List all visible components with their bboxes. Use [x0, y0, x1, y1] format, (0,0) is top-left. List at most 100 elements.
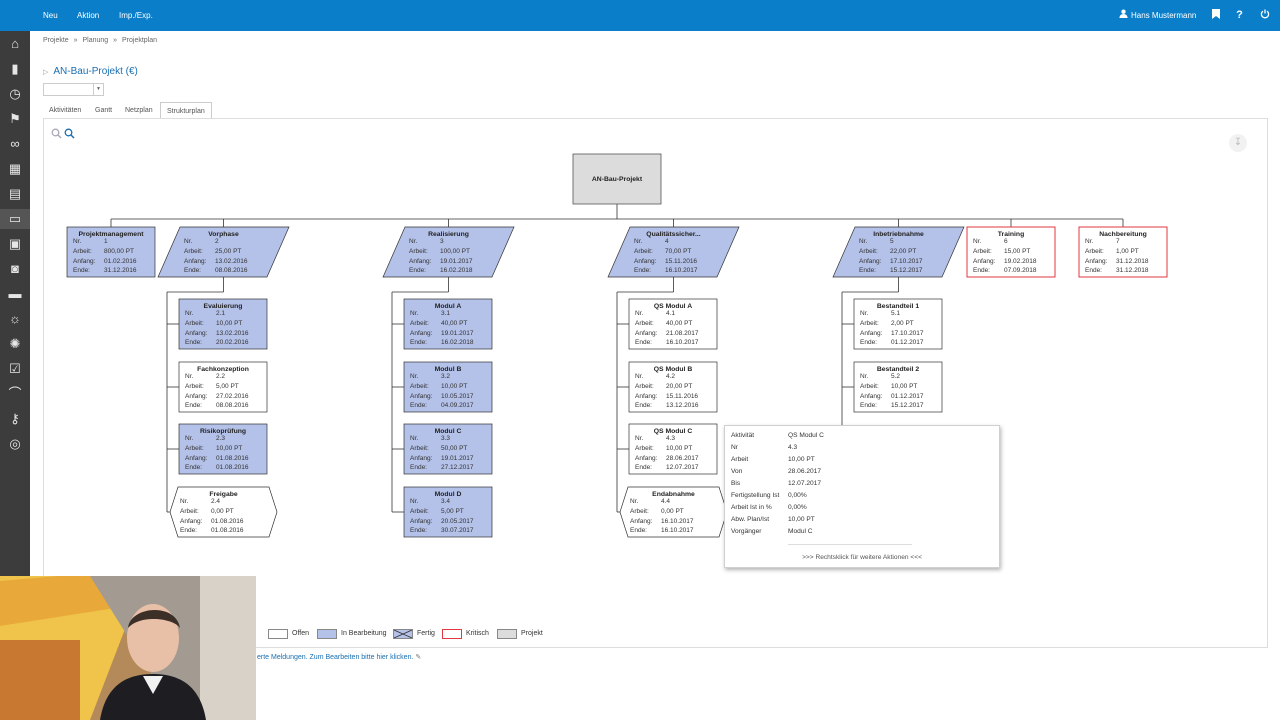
expand-arrow-icon[interactable]: ▷	[43, 69, 48, 76]
node-fachkonzeption[interactable]: Fachkonzeption Nr. 2.2 Arbeit: 5,00 PT Anfang…	[179, 362, 267, 412]
node-label-arbeit: Arbeit:	[860, 319, 879, 327]
bulb-icon[interactable]: ☼	[5, 309, 25, 329]
node-label-arbeit: Arbeit:	[410, 507, 429, 515]
stopwatch-icon[interactable]: ◷	[5, 84, 25, 104]
paperclip-icon[interactable]: ⌒	[5, 384, 25, 404]
node-modulD[interactable]: Modul D Nr. 3.4 Arbeit: 5,00 PT Anfang: 20.05.…	[404, 487, 492, 537]
link-icon[interactable]: ∞	[5, 134, 25, 154]
breadcrumb-projektplan[interactable]: Projektplan	[122, 37, 157, 44]
node-row-anfang: Anfang: 20.05.2017	[404, 517, 492, 527]
tooltip-row: Aktivität QS Modul C	[731, 432, 991, 444]
node-label-nr: Nr.	[860, 373, 869, 380]
bookmark-icon[interactable]	[1209, 9, 1222, 22]
node-bestandteil2[interactable]: Bestandteil 2 Nr. 5.2 Arbeit: 10,00 PT Anfang…	[854, 362, 942, 412]
node-label-anfang: Anfang:	[635, 329, 658, 337]
briefcase-icon[interactable]: ▣	[5, 234, 25, 254]
node-vorphase[interactable]: Vorphase Nr. 2 Arbeit: 25,00 PT Anfang: 13.02.…	[158, 227, 289, 277]
breadcrumb-planung[interactable]: Planung	[83, 37, 109, 44]
node-row-arbeit: Arbeit: 10,00 PT	[629, 444, 717, 454]
tab-netzplan[interactable]: Netzplan	[119, 102, 159, 119]
node-label-arbeit: Arbeit:	[185, 444, 204, 452]
node-label-arbeit: Arbeit:	[859, 247, 878, 255]
camera-icon[interactable]: ◙	[5, 259, 25, 279]
node-value-anfang: 19.01.2017	[441, 329, 474, 337]
folder-icon[interactable]: ▭	[0, 209, 30, 229]
node-row-arbeit: Arbeit: 0,00 PT	[170, 507, 277, 517]
node-label-anfang: Anfang:	[185, 329, 208, 337]
node-label-arbeit: Arbeit:	[635, 319, 654, 327]
node-inbetriebnahme[interactable]: Inbetriebnahme Nr. 5 Arbeit: 22,00 PT Anfang:…	[833, 227, 964, 277]
help-icon[interactable]: ?	[1233, 9, 1246, 22]
root-node[interactable]: AN-Bau-Projekt	[573, 154, 661, 204]
node-label-arbeit: Arbeit:	[634, 247, 653, 255]
home-icon[interactable]: ⌂	[5, 34, 25, 54]
tooltip-key: Nr	[731, 444, 738, 451]
node-label-arbeit: Arbeit:	[410, 382, 429, 390]
message-link[interactable]: erte Meldungen. Zum Bearbeiten bitte hie…	[257, 653, 421, 661]
node-modula[interactable]: Modul A Nr. 3.1 Arbeit: 40,00 PT Anfang: 19.01…	[404, 299, 492, 349]
node-bestandteil1[interactable]: Bestandteil 1 Nr. 5.1 Arbeit: 2,00 PT Anfang:…	[854, 299, 942, 349]
message-text[interactable]: erte Meldungen. Zum Bearbeiten bitte hie…	[257, 654, 413, 661]
node-value-ende: 07.09.2018	[1004, 267, 1037, 275]
gear-icon[interactable]: ✺	[5, 334, 25, 354]
node-freigabe[interactable]: Freigabe Nr. 2.4 Arbeit: 0,00 PT Anfang: 01.08…	[170, 487, 277, 537]
flag-icon[interactable]: ⚑	[5, 109, 25, 129]
node-value-arbeit: 70,00 PT	[665, 247, 692, 255]
download-icon[interactable]: ↧	[1229, 134, 1247, 152]
node-qsa[interactable]: QS Modul A Nr. 4.1 Arbeit: 40,00 PT Anfang: 21…	[629, 299, 717, 349]
card-icon[interactable]: ▬	[5, 284, 25, 304]
node-label-anfang: Anfang:	[73, 257, 96, 265]
node-value-nr: 4.4	[661, 498, 671, 505]
tooltip-value: 10,00 PT	[788, 456, 815, 463]
node-row-ende: Ende: 12.07.2017	[629, 463, 717, 473]
node-row-ende: Ende: 13.12.2016	[629, 401, 717, 411]
view-select[interactable]: ▼	[43, 83, 104, 96]
pencil-icon[interactable]: ✎	[415, 654, 421, 661]
zoom-in-icon[interactable]	[64, 128, 75, 139]
calculator-icon[interactable]: ▦	[5, 159, 25, 179]
menu-neu[interactable]: Neu	[43, 0, 58, 31]
node-label-ende: Ende:	[73, 267, 90, 275]
checklist-icon[interactable]: ☑	[5, 359, 25, 379]
node-value-anfang: 13.02.2016	[215, 257, 248, 265]
node-row-nr: Nr. 4	[608, 237, 739, 247]
top-bar: Neu Aktion Imp./Exp. Hans Mustermann ?	[0, 0, 1280, 31]
node-modulc[interactable]: Modul C Nr. 3.3 Arbeit: 50,00 PT Anfang: 19.01…	[404, 424, 492, 474]
bookmark-icon[interactable]: ▮	[5, 59, 25, 79]
node-label-anfang: Anfang:	[634, 257, 657, 265]
node-qsb[interactable]: QS Modul B Nr. 4.2 Arbeit: 20,00 PT Anfang: 15…	[629, 362, 717, 412]
node-nachbereitung[interactable]: Nachbereitung Nr. 7 Arbeit: 1,00 PT Anfang: 31…	[1079, 227, 1167, 277]
node-row-ende: Ende: 16.10.2017	[608, 266, 739, 276]
node-endabnahme[interactable]: Endabnahme Nr. 4.4 Arbeit: 0,00 PT Anfang: 16.…	[620, 487, 727, 537]
tab-gantt[interactable]: Gantt	[89, 102, 118, 119]
node-projektmanagement[interactable]: Projektmanagement Nr. 1 Arbeit: 800,00 PT Anf…	[67, 227, 155, 277]
lifebuoy-icon[interactable]: ◎	[5, 434, 25, 454]
node-label-nr: Nr.	[409, 238, 418, 245]
node-qualitaet[interactable]: Qualitätssicher... Nr. 4 Arbeit: 70,00 PT Anf…	[608, 227, 739, 277]
menu-aktion[interactable]: Aktion	[77, 0, 99, 31]
key-icon[interactable]: ⚷	[5, 409, 25, 429]
node-row-arbeit: Arbeit: 20,00 PT	[629, 382, 717, 392]
node-row-ende: Ende: 16.10.2017	[620, 526, 727, 536]
legend-swatch	[393, 629, 413, 639]
node-row-nr: Nr. 7	[1079, 237, 1167, 247]
menu-imp-exp[interactable]: Imp./Exp.	[119, 0, 153, 31]
node-row-ende: Ende: 30.07.2017	[404, 526, 492, 536]
tooltip-value: 0,00%	[788, 504, 807, 511]
user-name[interactable]: Hans Mustermann	[1131, 0, 1196, 31]
node-modulb[interactable]: Modul B Nr. 3.2 Arbeit: 10,00 PT Anfang: 10.05…	[404, 362, 492, 412]
power-icon[interactable]	[1258, 9, 1271, 22]
tab-strukturplan[interactable]: Strukturplan	[160, 102, 212, 119]
node-row-nr: Nr. 3.1	[404, 309, 492, 319]
tab-aktivitaeten[interactable]: Aktivitäten	[43, 102, 87, 119]
zoom-out-icon[interactable]	[51, 128, 62, 139]
breadcrumb-projekte[interactable]: Projekte	[43, 37, 69, 44]
node-label-arbeit: Arbeit:	[410, 319, 429, 327]
calendar-icon[interactable]: ▤	[5, 184, 25, 204]
node-evaluierung[interactable]: Evaluierung Nr. 2.1 Arbeit: 10,00 PT Anfang: 1…	[179, 299, 267, 349]
node-realisierung[interactable]: Realisierung Nr. 3 Arbeit: 100,00 PT Anfang: 1…	[383, 227, 514, 277]
node-risikopruefung[interactable]: Risikoprüfung Nr. 2.3 Arbeit: 10,00 PT Anfang…	[179, 424, 267, 474]
node-training[interactable]: Training Nr. 6 Arbeit: 15,00 PT Anfang: 19.02.…	[967, 227, 1055, 277]
node-qsc[interactable]: QS Modul C Nr. 4.3 Arbeit: 10,00 PT Anfang: 28…	[629, 424, 717, 474]
chevron-down-icon[interactable]: ▼	[93, 84, 103, 95]
